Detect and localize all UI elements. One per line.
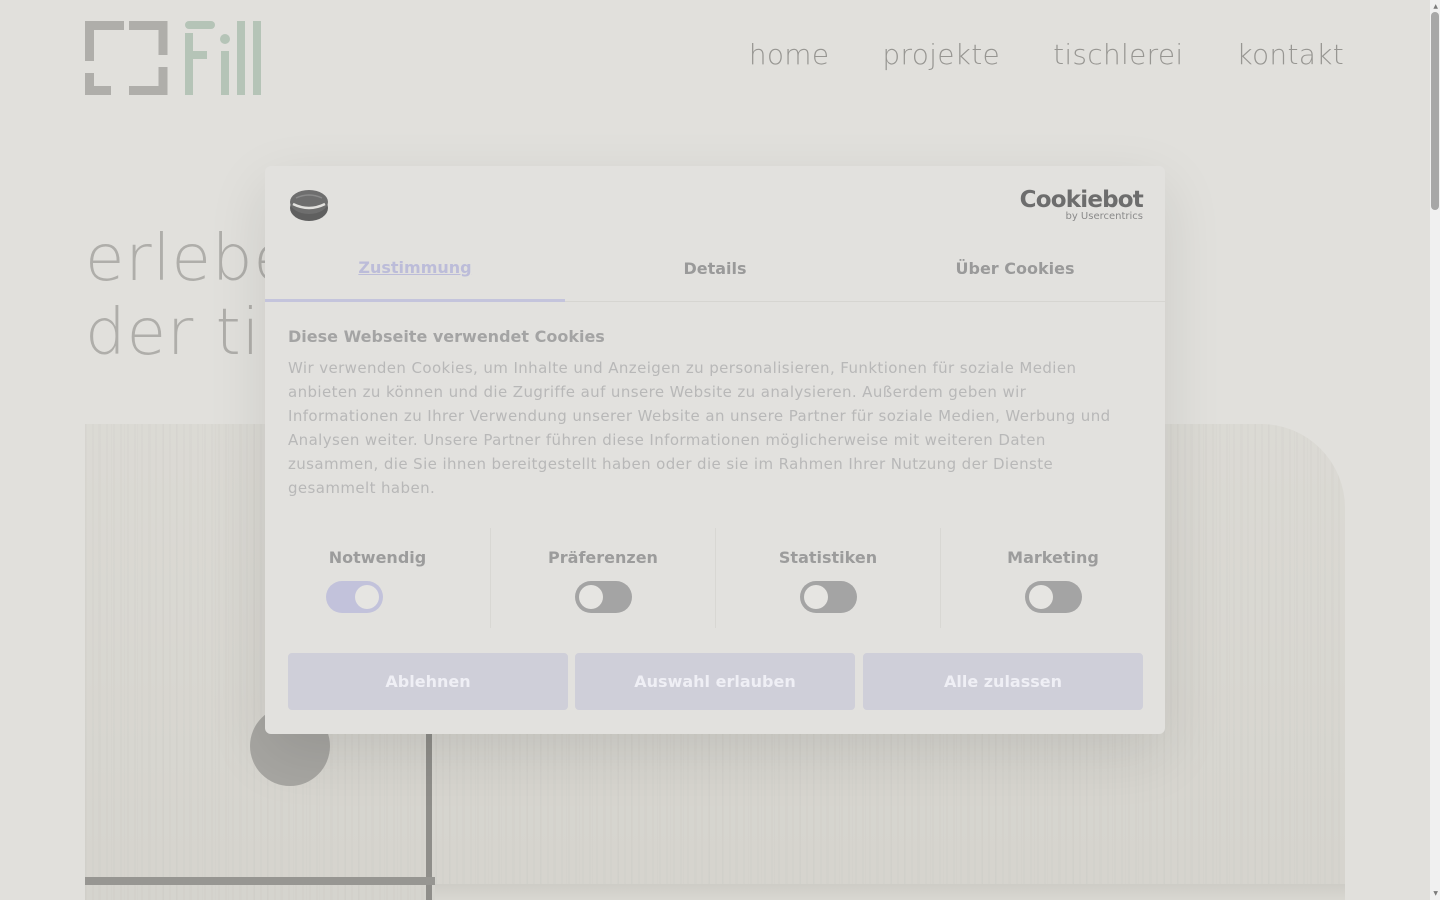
consent-tabs: Zustimmung Details Über Cookies bbox=[265, 236, 1165, 302]
toggle-notwendig[interactable] bbox=[326, 581, 383, 613]
toggle-praeferenzen[interactable] bbox=[575, 581, 632, 613]
toggle-group-praeferenzen: Präferenzen bbox=[490, 528, 715, 628]
tab-zustimmung[interactable]: Zustimmung bbox=[265, 236, 565, 302]
toggle-group-notwendig: Notwendig bbox=[265, 528, 490, 628]
scroll-down-icon[interactable]: ▼ bbox=[1433, 890, 1438, 897]
allow-all-button[interactable]: Alle zulassen bbox=[863, 653, 1143, 710]
toggle-marketing[interactable] bbox=[1025, 581, 1082, 613]
toggle-label-statistiken: Statistiken bbox=[778, 548, 878, 567]
scroll-up-icon[interactable]: ▲ bbox=[1433, 3, 1438, 10]
cookie-icon bbox=[290, 190, 328, 221]
toggle-statistiken[interactable] bbox=[800, 581, 857, 613]
tab-details[interactable]: Details bbox=[565, 236, 865, 301]
toggle-knob bbox=[579, 585, 603, 609]
toggle-group-marketing: Marketing bbox=[940, 528, 1165, 628]
scroll-thumb[interactable] bbox=[1431, 12, 1439, 210]
toggle-label-praeferenzen: Präferenzen bbox=[548, 548, 658, 567]
dialog-title: Diese Webseite verwendet Cookies bbox=[288, 327, 605, 346]
cookie-consent-dialog: Cookiebot by Usercentrics Zustimmung Det… bbox=[265, 166, 1165, 734]
decline-button[interactable]: Ablehnen bbox=[288, 653, 568, 710]
dialog-description: Wir verwenden Cookies, um Inhalte und An… bbox=[288, 359, 1111, 497]
toggle-group-statistiken: Statistiken bbox=[715, 528, 940, 628]
consent-toggles: Notwendig Präferenzen Statistiken Market… bbox=[288, 528, 1188, 628]
allow-selection-button[interactable]: Auswahl erlauben bbox=[575, 653, 855, 710]
consent-buttons: Ablehnen Auswahl erlauben Alle zulassen bbox=[288, 653, 1143, 710]
toggle-knob bbox=[355, 585, 379, 609]
page-scrollbar[interactable]: ▲ ▼ bbox=[1430, 0, 1440, 900]
toggle-knob bbox=[804, 585, 828, 609]
toggle-knob bbox=[1029, 585, 1053, 609]
toggle-label-marketing: Marketing bbox=[1007, 548, 1099, 567]
tab-ueber-cookies[interactable]: Über Cookies bbox=[865, 236, 1165, 301]
cookiebot-brand: Cookiebot by Usercentrics bbox=[1019, 187, 1144, 223]
toggle-label-notwendig: Notwendig bbox=[328, 548, 427, 567]
brand-name: Cookiebot bbox=[1019, 187, 1144, 213]
